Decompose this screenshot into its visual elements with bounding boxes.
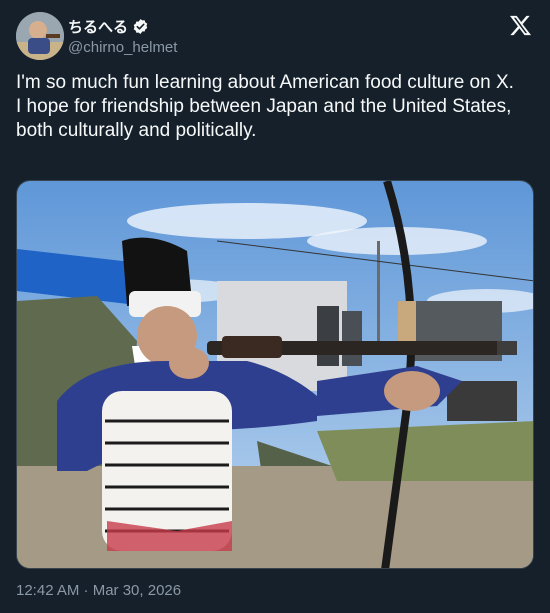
tweet-header: ちるへる @chirno_helmet	[16, 12, 534, 60]
tweet-text: I'm so much fun learning about American …	[16, 71, 532, 143]
avatar[interactable]	[16, 12, 64, 60]
tweet-line: I hope for friendship between Japan and …	[16, 96, 512, 141]
author-names: ちるへる @chirno_helmet	[68, 15, 177, 57]
verified-badge-icon	[132, 18, 149, 35]
x-logo-icon[interactable]	[509, 14, 532, 37]
tweet-card: ちるへる @chirno_helmet I'm so much fun lear…	[0, 0, 550, 613]
tweet-timestamp[interactable]: 12:42 AM · Mar 30, 2026	[16, 582, 181, 599]
display-name[interactable]: ちるへる	[68, 16, 128, 37]
tweet-photo[interactable]	[16, 180, 534, 569]
tweet-line: I'm so much fun learning about American …	[16, 72, 514, 93]
handle[interactable]: @chirno_helmet	[68, 39, 177, 56]
